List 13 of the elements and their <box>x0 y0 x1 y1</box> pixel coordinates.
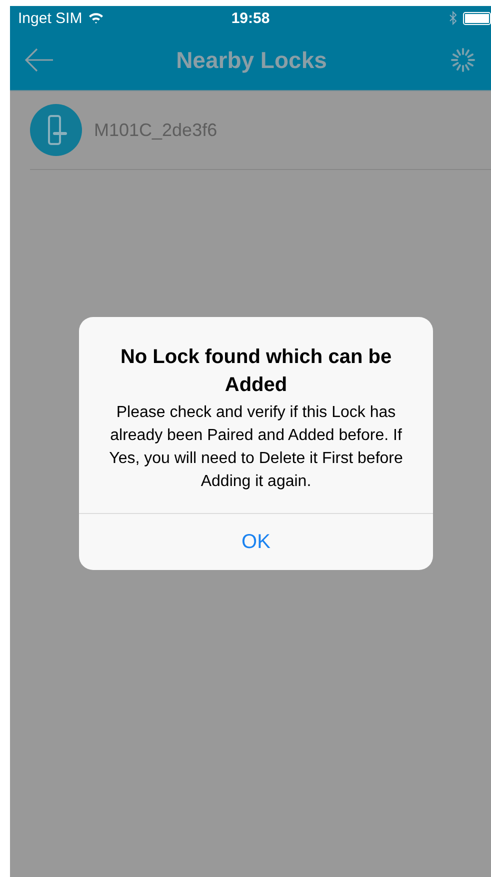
ok-button[interactable]: OK <box>79 513 433 570</box>
carrier-name: Inget SIM <box>18 10 82 26</box>
alert-message: Please check and verify if this Lock has already been Paired and Added before. If Yes, you will need to Delete it First before Adding it again. <box>108 403 404 492</box>
door-lock-icon <box>30 104 82 156</box>
wifi-icon <box>88 12 104 24</box>
bluetooth-icon <box>449 11 457 25</box>
loading-spinner-icon <box>448 46 477 74</box>
alert-title: No Lock found which can be Added <box>119 345 393 398</box>
lock-name[interactable]: M101C_2de3f6 <box>94 120 218 140</box>
status-time: 19:58 <box>230 10 271 26</box>
screen-title: Nearby Locks <box>176 46 327 74</box>
back-arrow-icon[interactable] <box>24 47 54 73</box>
battery-icon <box>463 12 491 24</box>
